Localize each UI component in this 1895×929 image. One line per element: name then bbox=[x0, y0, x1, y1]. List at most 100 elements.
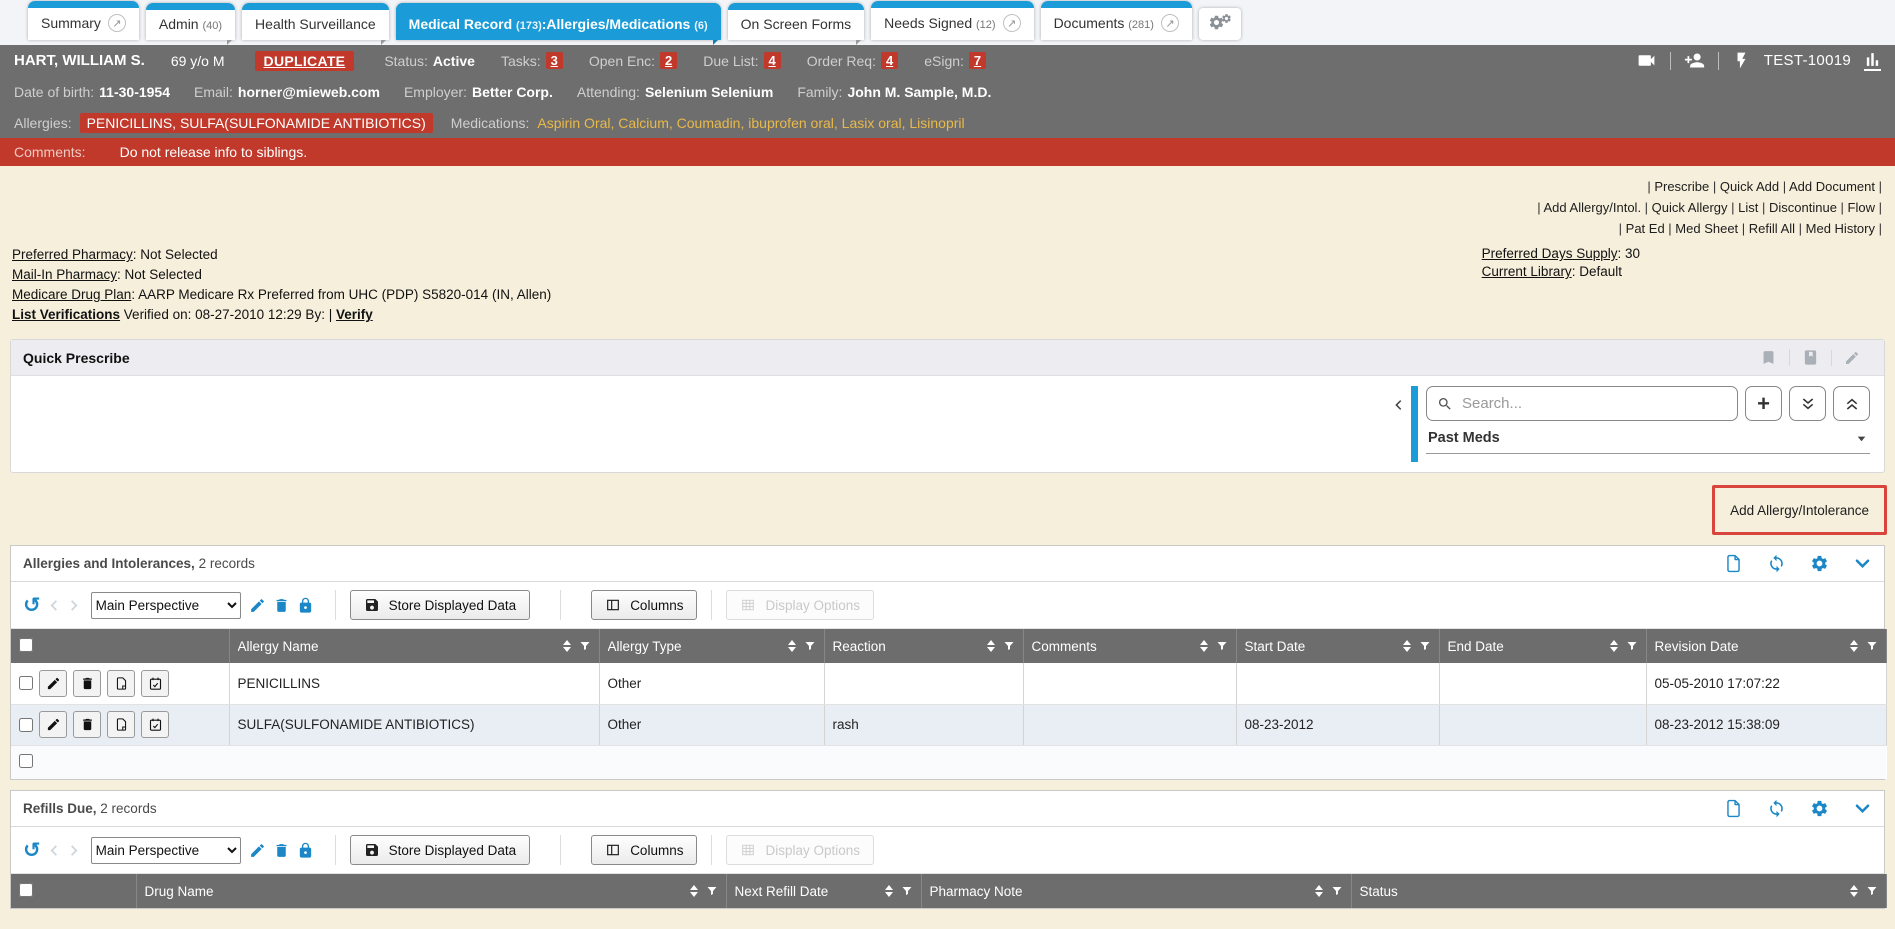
row-checkbox[interactable] bbox=[19, 718, 33, 732]
select-all-checkbox[interactable] bbox=[19, 883, 33, 897]
count-badge[interactable]: 4 bbox=[764, 52, 781, 69]
link-preferred-pharmacy[interactable]: Preferred Pharmacy bbox=[12, 247, 133, 262]
sort-icon[interactable] bbox=[1850, 640, 1858, 652]
delete-perspective-trash-icon[interactable] bbox=[273, 597, 290, 614]
link-current-library[interactable]: Current Library bbox=[1482, 264, 1572, 279]
link-refill-all[interactable]: Refill All bbox=[1749, 221, 1795, 236]
link-quick-allergy[interactable]: Quick Allergy bbox=[1652, 200, 1728, 215]
filter-funnel-icon[interactable] bbox=[901, 885, 913, 897]
link-mail-in-pharmacy[interactable]: Mail-In Pharmacy bbox=[12, 267, 117, 282]
sort-icon[interactable] bbox=[1200, 640, 1208, 652]
person-add-icon[interactable] bbox=[1684, 50, 1705, 71]
schedule-button[interactable] bbox=[141, 711, 169, 738]
medication-link-aspirin-oral[interactable]: Aspirin Oral bbox=[537, 115, 610, 131]
sort-icon[interactable] bbox=[1403, 640, 1411, 652]
link-list[interactable]: List bbox=[1738, 200, 1758, 215]
chevron-down-icon[interactable] bbox=[1853, 554, 1872, 573]
filter-funnel-icon[interactable] bbox=[1866, 885, 1878, 897]
collapse-all-icon[interactable] bbox=[1833, 386, 1870, 421]
perspective-select[interactable]: Main Perspective bbox=[91, 837, 241, 864]
edit-row-button[interactable] bbox=[39, 711, 67, 738]
link-flow[interactable]: Flow bbox=[1848, 200, 1875, 215]
gear-icon[interactable] bbox=[1810, 799, 1829, 818]
row-checkbox[interactable] bbox=[19, 754, 33, 768]
link-list-verifications[interactable]: List Verifications bbox=[12, 307, 120, 322]
tab-summary[interactable]: Summary↗ bbox=[28, 1, 139, 40]
duplicate-flag[interactable]: DUPLICATE bbox=[255, 51, 355, 71]
sort-icon[interactable] bbox=[690, 885, 698, 897]
chevron-left-icon[interactable] bbox=[47, 843, 62, 858]
external-link-icon[interactable]: ↗ bbox=[1161, 14, 1179, 32]
lock-perspective-icon[interactable] bbox=[297, 842, 314, 859]
sort-icon[interactable] bbox=[788, 640, 796, 652]
delete-perspective-trash-icon[interactable] bbox=[273, 842, 290, 859]
link-pat-ed[interactable]: Pat Ed bbox=[1626, 221, 1665, 236]
reset-perspective-icon[interactable]: ↺ bbox=[23, 595, 41, 616]
tab-admin[interactable]: Admin (40) bbox=[146, 3, 235, 40]
annotation-button[interactable] bbox=[107, 670, 135, 697]
expand-all-icon[interactable] bbox=[1789, 386, 1826, 421]
link-quick-add[interactable]: Quick Add bbox=[1720, 179, 1779, 194]
perspective-select[interactable]: Main Perspective bbox=[91, 592, 241, 619]
lock-perspective-icon[interactable] bbox=[297, 597, 314, 614]
bar-chart-icon[interactable] bbox=[1864, 51, 1881, 71]
delete-row-button[interactable] bbox=[73, 711, 101, 738]
tab-documents[interactable]: Documents (281)↗ bbox=[1041, 1, 1192, 40]
medication-link-calcium[interactable]: Calcium bbox=[618, 115, 669, 131]
columns-button[interactable]: Columns bbox=[591, 590, 697, 620]
link-preferred-days-supply[interactable]: Preferred Days Supply bbox=[1482, 246, 1618, 261]
add-allergy-intolerance-link[interactable]: Add Allergy/Intolerance bbox=[1730, 503, 1869, 518]
medication-link-coumadin[interactable]: Coumadin bbox=[677, 115, 741, 131]
pencil-icon[interactable] bbox=[1831, 350, 1872, 366]
sort-icon[interactable] bbox=[1315, 885, 1323, 897]
add-medication-button[interactable]: + bbox=[1745, 386, 1782, 421]
gear-icon[interactable] bbox=[1810, 554, 1829, 573]
refresh-icon[interactable] bbox=[1767, 799, 1786, 818]
edit-perspective-pencil-icon[interactable] bbox=[249, 597, 266, 614]
new-document-icon[interactable] bbox=[1724, 799, 1743, 818]
tab-needs-signed[interactable]: Needs Signed (12)↗ bbox=[871, 1, 1033, 40]
link-med-sheet[interactable]: Med Sheet bbox=[1675, 221, 1738, 236]
sort-icon[interactable] bbox=[1850, 885, 1858, 897]
sort-icon[interactable] bbox=[885, 885, 893, 897]
sort-icon[interactable] bbox=[563, 640, 571, 652]
tab-on-screen-forms[interactable]: On Screen Forms bbox=[728, 3, 864, 40]
filter-funnel-icon[interactable] bbox=[1216, 640, 1228, 652]
book-icon[interactable] bbox=[1789, 349, 1831, 366]
count-badge[interactable]: 7 bbox=[969, 52, 986, 69]
collapse-left-icon[interactable] bbox=[1392, 398, 1406, 412]
tab-medical-record[interactable]: Medical Record (173):Allergies/Medicatio… bbox=[396, 3, 721, 40]
reset-perspective-icon[interactable]: ↺ bbox=[23, 840, 41, 861]
lightning-icon[interactable] bbox=[1732, 51, 1751, 70]
edit-perspective-pencil-icon[interactable] bbox=[249, 842, 266, 859]
link-add-allergy-intol[interactable]: Add Allergy/Intol. bbox=[1544, 200, 1642, 215]
columns-button[interactable]: Columns bbox=[591, 835, 697, 865]
count-badge[interactable]: 3 bbox=[546, 52, 563, 69]
filter-funnel-icon[interactable] bbox=[1003, 640, 1015, 652]
filter-funnel-icon[interactable] bbox=[1626, 640, 1638, 652]
store-displayed-data-button[interactable]: Store Displayed Data bbox=[350, 835, 531, 865]
tab-health-surveillance[interactable]: Health Surveillance bbox=[242, 3, 389, 40]
count-badge[interactable]: 4 bbox=[881, 52, 898, 69]
link-med-history[interactable]: Med History bbox=[1806, 221, 1875, 236]
filter-funnel-icon[interactable] bbox=[1866, 640, 1878, 652]
link-medicare-drug-plan[interactable]: Medicare Drug Plan bbox=[12, 287, 131, 302]
edit-row-button[interactable] bbox=[39, 670, 67, 697]
medication-link-ibuprofen-oral[interactable]: ibuprofen oral bbox=[748, 115, 834, 131]
link-prescribe[interactable]: Prescribe bbox=[1654, 179, 1709, 194]
past-meds-dropdown[interactable]: Past Meds bbox=[1426, 430, 1870, 454]
select-all-checkbox[interactable] bbox=[19, 638, 33, 652]
link-discontinue[interactable]: Discontinue bbox=[1769, 200, 1837, 215]
refresh-icon[interactable] bbox=[1767, 554, 1786, 573]
video-camera-icon[interactable] bbox=[1636, 50, 1657, 71]
sort-icon[interactable] bbox=[987, 640, 995, 652]
chevron-down-icon[interactable] bbox=[1853, 799, 1872, 818]
external-link-icon[interactable]: ↗ bbox=[108, 14, 126, 32]
count-badge[interactable]: 2 bbox=[660, 52, 677, 69]
allergy-alert[interactable]: PENICILLINS, SULFA(SULFONAMIDE ANTIBIOTI… bbox=[80, 113, 433, 133]
delete-row-button[interactable] bbox=[73, 670, 101, 697]
new-document-icon[interactable] bbox=[1724, 554, 1743, 573]
medication-link-lisinopril[interactable]: Lisinopril bbox=[909, 115, 964, 131]
link-verify[interactable]: Verify bbox=[336, 307, 373, 322]
row-checkbox[interactable] bbox=[19, 676, 33, 690]
